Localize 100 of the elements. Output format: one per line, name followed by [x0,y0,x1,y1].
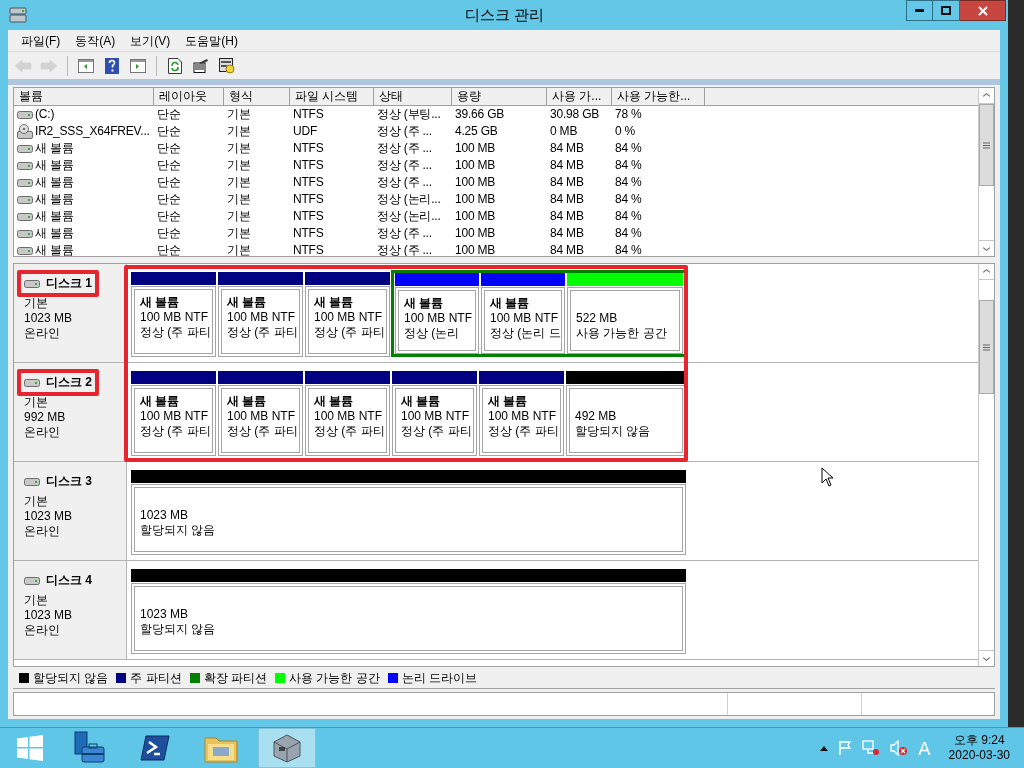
table-cell: 기본 [227,174,251,191]
refresh-icon[interactable] [168,57,182,74]
partition-status: 정상 (주 파티 [227,325,299,340]
disk-size: 992 MB [24,409,67,425]
column-header[interactable]: 파일 시스템 [290,88,374,105]
drive-icon [17,143,33,154]
scrollbar[interactable] [978,264,994,666]
scrollbar[interactable] [978,88,994,256]
network-icon[interactable] [862,740,881,756]
drive-icon [17,245,33,256]
server-toolbox-icon [72,731,106,765]
scroll-thumb[interactable] [979,300,994,394]
menu-item[interactable]: 보기(V) [126,31,175,50]
table-row[interactable]: 새 볼륨 단순 기본 NTFS 정상 (논리... 100 MB 84 MB 84 % [14,208,978,225]
maximize-icon [941,6,951,15]
table-cell: 기본 [227,208,251,225]
disk-label-panel[interactable]: 디스크 1 기본 1023 MB 온라인 [14,264,127,362]
partition-size: 100 MB NTF [140,310,209,325]
table-row[interactable]: 새 볼륨 단순 기본 NTFS 정상 (주 ... 100 MB 84 MB 84 % [14,242,978,256]
column-header[interactable]: 사용 가... [547,88,612,105]
pane-icon[interactable] [130,58,146,73]
table-cell: 정상 (주 ... [377,140,432,157]
drive-icon [17,194,33,205]
column-header[interactable]: 형식 [224,88,290,105]
table-cell: 84 MB [550,174,584,191]
table-cell: 84 MB [550,157,584,174]
legend-label: 할당되지 않음 [33,669,109,687]
partition-status: 정상 (주 파티 [140,325,212,340]
partition-status: 정상 (주 파티 [314,325,386,340]
table-cell: NTFS [293,157,324,174]
menu-item[interactable]: 동작(A) [71,31,120,50]
clock[interactable]: 오후 9:24 2020-03-30 [948,733,1010,763]
table-cell: 새 볼륨 [35,157,74,174]
table-cell: 84 % [615,140,642,157]
extended-partition[interactable]: 새 볼륨 100 MB NTF 정상 (논리 새 볼륨 100 MB NTF 정상 (논리 드 522 MB 사용 가능한 공간 [391,270,687,357]
minimize-icon [915,9,924,12]
legend-label: 논리 드라이브 [401,669,478,687]
partition-size: 100 MB NTF [404,311,473,326]
table-row[interactable]: 새 볼륨 단순 기본 NTFS 정상 (논리... 100 MB 84 MB 84 % [14,191,978,208]
table-cell: 84 % [615,225,642,242]
table-cell: (C:) [35,106,55,123]
column-header[interactable]: 레이아웃 [154,88,224,105]
column-header[interactable]: 용량 [452,88,547,105]
speaker-muted-icon[interactable] [890,740,909,756]
maximize-button[interactable] [933,0,960,21]
table-cell: 84 MB [550,225,584,242]
minimize-button[interactable] [906,0,933,21]
legend-label: 사용 가능한 공간 [289,669,380,687]
table-row[interactable]: 새 볼륨 단순 기본 NTFS 정상 (주 ... 100 MB 84 MB 84 % [14,157,978,174]
clock-time: 오후 9:24 [953,733,1005,748]
table-cell: 39.66 GB [455,106,505,123]
table-row[interactable]: (C:) 단순 기본 NTFS 정상 (부팅... 39.66 GB 30.98 GB 78 % [14,106,978,123]
table-cell: 0 % [615,123,636,140]
disk-type: 기본 [24,295,49,311]
table-cell: 4.25 GB [455,123,498,140]
close-button[interactable] [960,0,1006,21]
column-header[interactable]: 사용 가능한... [612,88,705,105]
partition-size: 522 MB [576,311,619,326]
table-cell: 100 MB [455,157,496,174]
column-header[interactable]: 상태 [374,88,452,105]
partition-status: 할당되지 않음 [140,523,217,538]
menu-item[interactable]: 도움말(H) [181,31,242,50]
table-cell: 단순 [157,106,181,123]
help-icon[interactable] [105,57,119,74]
grip-icon [983,141,990,149]
partition-status: 정상 (주 파티 [314,424,386,439]
pane-icon[interactable] [78,58,94,73]
table-cell: 단순 [157,174,181,191]
scroll-thumb[interactable] [979,104,994,186]
table-cell: 정상 (주 ... [377,242,432,256]
disk-name: 디스크 4 [46,573,92,588]
disk-label-panel[interactable]: 디스크 2 기본 992 MB 온라인 [14,363,127,461]
partition-size: 100 MB NTF [401,409,470,424]
table-row[interactable]: 새 볼륨 단순 기본 NTFS 정상 (주 ... 100 MB 84 MB 84 % [14,225,978,242]
disk-label-panel[interactable]: 디스크 4 기본 1023 MB 온라인 [14,561,127,659]
table-row[interactable]: 새 볼륨 단순 기본 NTFS 정상 (주 ... 100 MB 84 MB 84 % [14,174,978,191]
column-header[interactable]: 볼륨 [14,88,154,105]
table-cell: 84 % [615,174,642,191]
properties-icon[interactable] [193,58,209,73]
table-row[interactable]: IR2_SSS_X64FREV... 단순 기본 UDF 정상 (주 ... 4.25 GB 0 MB 0 % [14,123,978,140]
table-row[interactable]: 새 볼륨 단순 기본 NTFS 정상 (주 ... 100 MB 84 MB 84 % [14,140,978,157]
table-cell: 기본 [227,123,251,140]
table-cell: 새 볼륨 [35,191,74,208]
partition-name: 새 볼륨 [140,295,181,310]
windows-logo-icon [17,735,43,761]
table-cell: 단순 [157,140,181,157]
caret-up-icon[interactable] [820,745,829,751]
table-cell: 새 볼륨 [35,225,74,242]
settings-icon[interactable] [219,57,235,74]
partition-name: 새 볼륨 [314,295,355,310]
menu-item[interactable]: 파일(F) [17,31,65,50]
table-cell: 기본 [227,242,251,256]
disk-status: 온라인 [24,325,61,341]
grip-icon [983,343,990,351]
partition-name: 새 볼륨 [401,394,442,409]
taskbar-button[interactable] [258,728,316,768]
disk-status: 온라인 [24,622,61,638]
disk-type: 기본 [24,493,49,509]
disk-label-panel[interactable]: 디스크 3 기본 1023 MB 온라인 [14,462,127,560]
disk-name: 디스크 1 [46,276,92,291]
